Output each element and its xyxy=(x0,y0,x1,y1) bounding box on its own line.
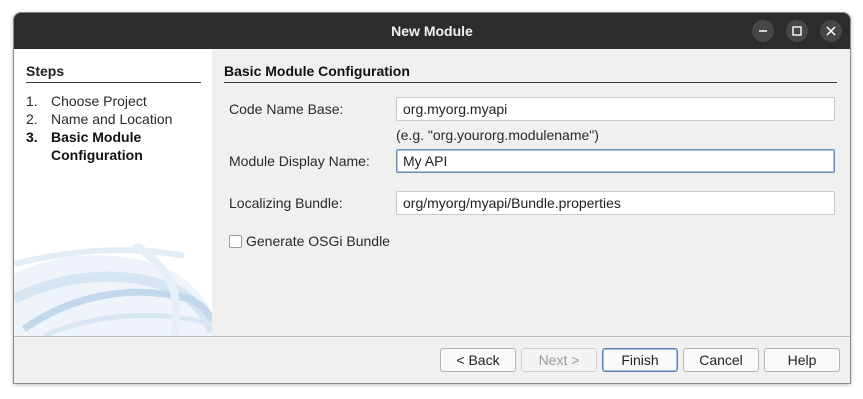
wizard-decoration-image xyxy=(14,244,212,336)
code-name-base-label: Code Name Base: xyxy=(229,101,344,117)
step-number: 1. xyxy=(26,93,38,109)
close-button[interactable] xyxy=(820,20,842,42)
step-number: 3. xyxy=(26,129,38,145)
minimize-icon xyxy=(759,30,767,32)
step-choose-project: 1. Choose Project xyxy=(26,92,147,110)
module-display-name-field[interactable] xyxy=(396,149,835,173)
steps-heading: Steps xyxy=(26,63,201,83)
generate-osgi-bundle-label[interactable]: Generate OSGi Bundle xyxy=(246,233,390,249)
code-name-base-hint: (e.g. "org.yourorg.modulename") xyxy=(396,127,599,143)
section-heading: Basic Module Configuration xyxy=(224,63,837,83)
footer-divider xyxy=(14,336,850,337)
localizing-bundle-field[interactable] xyxy=(396,191,835,215)
steps-panel: Steps 1. Choose Project 2. Name and Locati… xyxy=(14,49,212,336)
localizing-bundle-label: Localizing Bundle: xyxy=(229,195,343,211)
back-button[interactable]: < Back xyxy=(440,348,516,372)
help-button[interactable]: Help xyxy=(764,348,840,372)
step-label-continued: Configuration xyxy=(51,147,143,163)
configuration-panel: Basic Module Configuration Code Name Bas… xyxy=(212,49,850,336)
code-name-base-field[interactable] xyxy=(396,97,835,121)
module-display-name-label: Module Display Name: xyxy=(229,153,370,169)
maximize-button[interactable] xyxy=(786,20,808,42)
step-name-and-location: 2. Name and Location xyxy=(26,110,172,128)
step-number: 2. xyxy=(26,111,38,127)
next-button[interactable]: Next > xyxy=(521,348,597,372)
cancel-button[interactable]: Cancel xyxy=(683,348,759,372)
step-label: Name and Location xyxy=(51,111,173,127)
finish-button[interactable]: Finish xyxy=(602,348,678,372)
title-bar[interactable]: New Module xyxy=(14,13,850,49)
new-module-dialog: New Module Steps 1. Choose Project 2. Name… xyxy=(13,12,851,384)
minimize-button[interactable] xyxy=(752,20,774,42)
step-label: Choose Project xyxy=(51,93,147,109)
window-title: New Module xyxy=(391,23,473,39)
maximize-icon xyxy=(792,26,802,36)
generate-osgi-bundle-checkbox[interactable] xyxy=(229,235,242,248)
step-basic-module-configuration: 3. Basic Module Configuration xyxy=(26,128,143,163)
step-label: Basic Module xyxy=(51,129,142,145)
close-icon xyxy=(826,26,836,36)
